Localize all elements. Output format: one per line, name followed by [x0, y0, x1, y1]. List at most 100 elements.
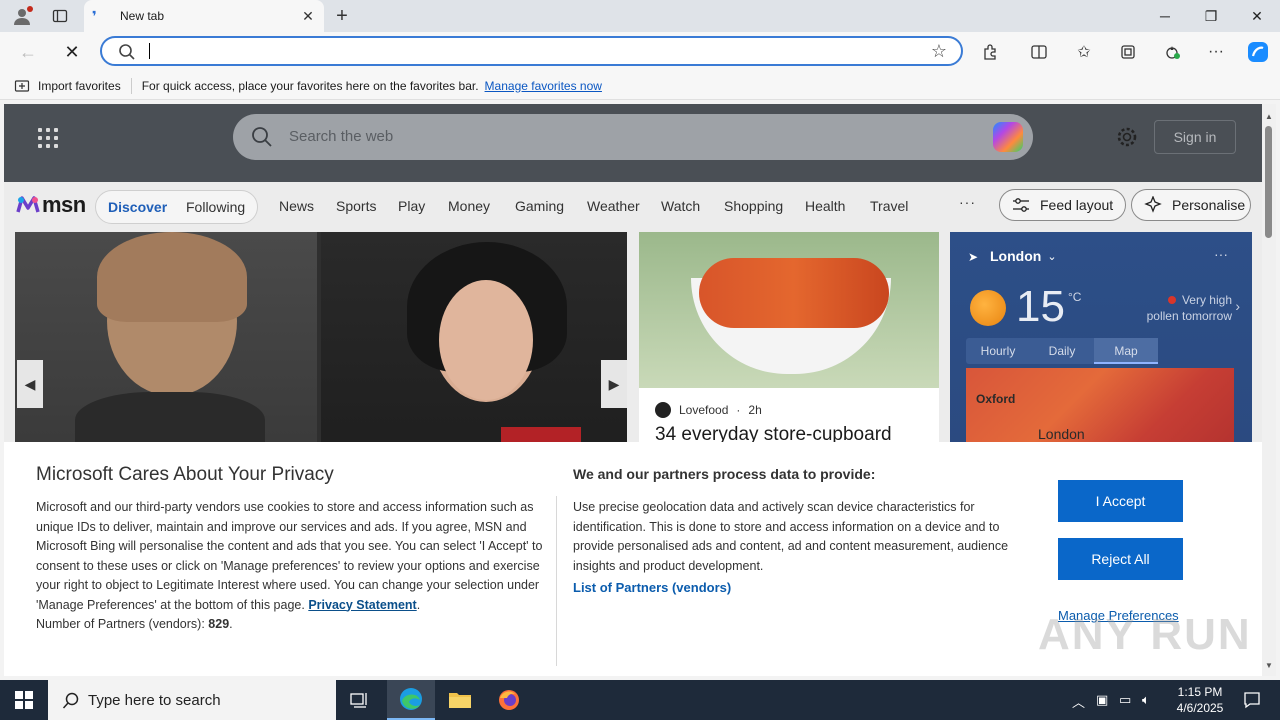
nav-news[interactable]: News	[279, 198, 314, 214]
settings-more-icon[interactable]: ···	[1202, 38, 1230, 66]
sunny-icon	[970, 290, 1006, 326]
gear-icon[interactable]	[1116, 126, 1138, 148]
copilot-search-icon[interactable]	[993, 122, 1023, 152]
folder-icon	[449, 693, 471, 708]
task-view-icon	[350, 693, 367, 708]
weather-more-icon[interactable]: ···	[1214, 246, 1228, 262]
notification-center-button[interactable]	[1232, 680, 1272, 720]
import-favorites-button[interactable]: Import favorites	[14, 78, 121, 94]
news-card[interactable]: Lovefood · 2h 34 everyday store-cupboard	[639, 232, 939, 452]
nav-travel[interactable]: Travel	[870, 198, 908, 214]
tab-actions-button[interactable]	[46, 4, 74, 28]
scroll-up-icon[interactable]: ▲	[1265, 112, 1273, 121]
favbar-divider	[130, 77, 132, 94]
scroll-down-icon[interactable]: ▼	[1265, 661, 1273, 670]
start-button[interactable]	[0, 680, 48, 720]
close-window-button[interactable]: ✕	[1234, 0, 1280, 32]
address-input[interactable]	[150, 42, 910, 60]
weather-card[interactable]: ➤ London ⌄ ··· 15 °C Very high pollen to…	[950, 232, 1252, 452]
nav-money[interactable]: Money	[448, 198, 490, 214]
favorites-icon[interactable]: ✩	[1070, 38, 1098, 66]
minimize-button[interactable]: ─	[1142, 0, 1188, 32]
nav-gaming[interactable]: Gaming	[515, 198, 564, 214]
taskbar-file-explorer[interactable]	[436, 680, 484, 720]
personalise-button[interactable]: Personalise	[1131, 189, 1251, 221]
web-search-box[interactable]: Search the web	[233, 114, 1033, 160]
nav-more-button[interactable]: ···	[959, 194, 976, 210]
source-age: 2h	[748, 403, 762, 417]
personalise-label: Personalise	[1172, 197, 1246, 213]
nav-sports[interactable]: Sports	[336, 198, 376, 214]
weather-unit: °C	[1068, 290, 1082, 304]
privacy-statement-link[interactable]: Privacy Statement	[308, 598, 416, 612]
chevron-right-icon[interactable]: ›	[1235, 298, 1240, 314]
profile-button[interactable]	[8, 4, 36, 28]
list-of-partners-link[interactable]: List of Partners (vendors)	[573, 580, 731, 595]
feed-layout-button[interactable]: Feed layout	[999, 189, 1126, 221]
nav-weather[interactable]: Weather	[587, 198, 640, 214]
carousel-next-button[interactable]: ▶	[601, 360, 627, 408]
search-icon	[252, 127, 272, 147]
tray-device-icon[interactable]: ▣	[1096, 692, 1108, 708]
weather-tab-hourly[interactable]: Hourly	[966, 338, 1030, 364]
carousel-prev-button[interactable]: ◀	[17, 360, 43, 408]
weather-city[interactable]: London ⌄	[990, 248, 1057, 264]
taskbar-edge[interactable]	[387, 680, 435, 720]
firefox-icon	[499, 690, 519, 710]
anyrun-watermark: ANY RUN	[1038, 610, 1252, 659]
copilot-icon[interactable]	[1244, 38, 1272, 66]
restore-button[interactable]: ❐	[1188, 0, 1234, 32]
favorites-hint: For quick access, place your favorites h…	[141, 78, 479, 93]
navigation-bar: ← ✕ ☆ ✩ ···	[0, 32, 1280, 72]
tab-new-tab[interactable]: ❜ New tab ✕	[84, 0, 324, 32]
back-button[interactable]: ←	[12, 36, 44, 68]
search-icon	[119, 44, 135, 60]
pollen-line-2: pollen tomorrow	[1146, 309, 1232, 323]
network-icon[interactable]: ▭	[1119, 692, 1131, 708]
nav-health[interactable]: Health	[805, 198, 845, 214]
msn-logo[interactable]: msn	[16, 192, 86, 218]
hero-carousel[interactable]: ◀ ▶	[15, 232, 627, 452]
new-tab-button[interactable]: +	[330, 4, 354, 28]
weather-city-name: London	[990, 248, 1042, 264]
weather-tab-daily[interactable]: Daily	[1030, 338, 1094, 364]
scroll-thumb[interactable]	[1265, 126, 1272, 238]
pollen-alert[interactable]: Very high pollen tomorrow	[1147, 292, 1232, 324]
nav-play[interactable]: Play	[398, 198, 425, 214]
volume-icon[interactable]: 🔈︎	[1142, 692, 1150, 708]
import-icon	[14, 79, 30, 92]
taskbar-firefox[interactable]	[485, 680, 533, 720]
tab-following[interactable]: Following	[186, 199, 245, 215]
privacy-body: Microsoft and our third-party vendors us…	[36, 500, 543, 631]
accept-button[interactable]: I Accept	[1058, 480, 1183, 522]
favorite-star-icon[interactable]: ☆	[931, 41, 947, 62]
nav-shopping[interactable]: Shopping	[724, 198, 783, 214]
split-screen-icon[interactable]	[1025, 38, 1053, 66]
nav-watch[interactable]: Watch	[661, 198, 700, 214]
weather-map[interactable]: Oxford London	[966, 368, 1234, 452]
privacy-title: Microsoft Cares About Your Privacy	[36, 464, 334, 485]
taskbar-clock[interactable]: 1:15 PM 4/6/2025	[1172, 684, 1228, 716]
stop-loading-button[interactable]: ✕	[56, 36, 88, 68]
collections-icon[interactable]	[1114, 38, 1142, 66]
app-launcher-icon[interactable]	[38, 128, 58, 148]
reject-all-button[interactable]: Reject All	[1058, 538, 1183, 580]
extensions-icon[interactable]	[977, 38, 1005, 66]
source-name: Lovefood	[679, 403, 729, 417]
manage-favorites-link[interactable]: Manage favorites now	[485, 79, 602, 93]
address-bar[interactable]: ☆	[100, 36, 963, 66]
weather-tab-map[interactable]: Map	[1094, 338, 1158, 364]
task-view-button[interactable]	[336, 680, 384, 720]
pollen-dot-icon	[1167, 296, 1176, 304]
msn-butterfly-icon	[16, 196, 40, 213]
pollen-line-1: Very high	[1181, 293, 1232, 307]
taskbar-search[interactable]: Type here to search	[48, 680, 336, 720]
tray-overflow-icon[interactable]: ︿	[1072, 692, 1085, 711]
sign-in-button[interactable]: Sign in	[1154, 120, 1236, 154]
partners-label: Number of Partners (vendors):	[36, 617, 205, 631]
page-scrollbar[interactable]: ▲ ▼	[1262, 104, 1276, 676]
edge-icon	[400, 688, 422, 710]
close-tab-icon[interactable]: ✕	[298, 6, 318, 26]
browser-essentials-icon[interactable]	[1158, 38, 1186, 66]
tab-discover[interactable]: Discover	[108, 199, 167, 215]
